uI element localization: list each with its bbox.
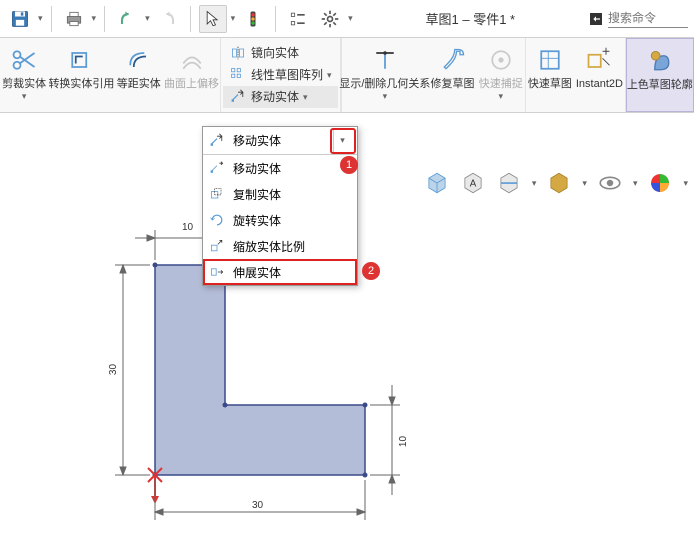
snap-button: 快速捕捉▾: [477, 38, 525, 112]
view-section-icon[interactable]: [496, 170, 522, 196]
dropdown-item-stretch[interactable]: 伸展实体: [203, 259, 357, 285]
view-text-icon[interactable]: A: [460, 170, 486, 196]
quick-access-toolbar: ▾ ▾ ▾ ▾ ▾ 草图1 – 零件1 *: [0, 0, 694, 38]
callout-box-1: [330, 128, 356, 154]
dim-height[interactable]: [115, 265, 150, 475]
search-input[interactable]: [608, 9, 688, 28]
rapid-sketch-button[interactable]: 快速草图: [526, 38, 574, 112]
dim-width-value[interactable]: 30: [252, 500, 263, 511]
dropdown-item-rotate[interactable]: 旋转实体: [203, 207, 357, 233]
settings-button[interactable]: [316, 5, 344, 33]
trim-button[interactable]: 剪裁实体▾: [0, 38, 48, 112]
mirror-button[interactable]: 镜向实体: [223, 42, 338, 64]
ribbon-toolbar: 剪裁实体▾ 转换实体引用 等距实体 曲面上偏移 镜向实体 线性草图阵列▾ 移动实…: [0, 38, 694, 113]
select-button[interactable]: [199, 5, 227, 33]
dropdown-item-move[interactable]: 移动实体: [203, 155, 357, 181]
view-display-icon[interactable]: [546, 170, 572, 196]
save-button[interactable]: [6, 5, 34, 33]
view-hide-icon[interactable]: [597, 170, 623, 196]
search-box[interactable]: [588, 9, 688, 28]
dim-right-value[interactable]: 10: [398, 436, 409, 447]
instant2d-button[interactable]: Instant2D: [574, 38, 625, 112]
svg-text:A: A: [470, 178, 477, 189]
convert-button[interactable]: 转换实体引用: [48, 38, 114, 112]
dropdown-item-copy[interactable]: 复制实体: [203, 181, 357, 207]
move-button[interactable]: 移动实体▾: [223, 86, 338, 108]
redo-button[interactable]: [154, 5, 182, 33]
list-button[interactable]: [284, 5, 312, 33]
dim-right[interactable]: [370, 385, 400, 495]
surface-offset-button: 曲面上偏移: [163, 38, 220, 112]
callout-number-2: 2: [362, 262, 380, 280]
undo-button[interactable]: [113, 5, 141, 33]
dim-height-value[interactable]: 30: [108, 364, 119, 375]
repair-button[interactable]: 修复草图: [428, 38, 476, 112]
pattern-button[interactable]: 线性草图阵列▾: [223, 64, 338, 86]
traffic-light-icon[interactable]: [239, 5, 267, 33]
view-cube-icon[interactable]: [424, 170, 450, 196]
view-toolbar: A ▾ ▾ ▾ ▾: [424, 170, 688, 196]
dim-top-value[interactable]: 10: [182, 222, 193, 233]
view-appearance-icon[interactable]: [647, 170, 673, 196]
offset-button[interactable]: 等距实体: [115, 38, 163, 112]
document-title: 草图1 – 零件1 *: [426, 9, 516, 28]
dropdown-item-scale[interactable]: 缩放实体比例: [203, 233, 357, 259]
shade-contour-button[interactable]: 上色草图轮廓: [626, 38, 694, 112]
l-shape[interactable]: [155, 265, 365, 475]
display-relations-button[interactable]: 显示/删除几何关系▾: [341, 38, 428, 112]
print-button[interactable]: [60, 5, 88, 33]
callout-number-1: 1: [340, 156, 358, 174]
